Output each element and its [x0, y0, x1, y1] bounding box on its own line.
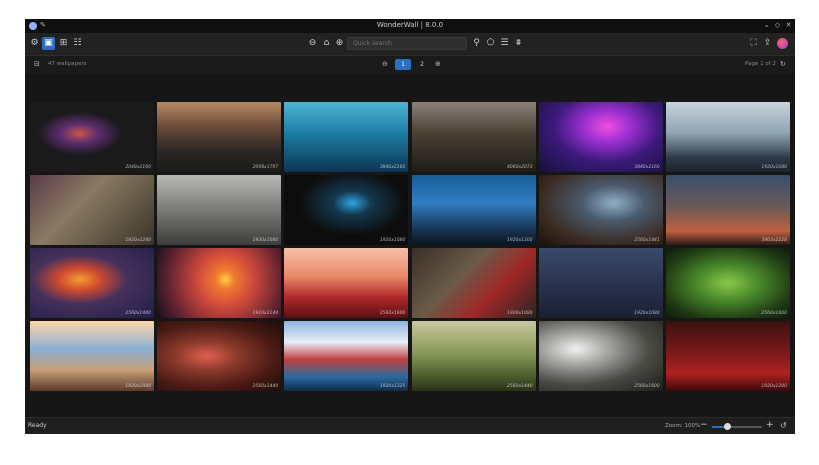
wallpaper-resolution: 1920x1080 [761, 165, 787, 170]
sliders-icon[interactable]: ☰ [498, 37, 511, 50]
home-icon[interactable]: ⌂ [320, 37, 333, 50]
back-icon[interactable]: ⊖ [306, 37, 319, 50]
page-button-1[interactable]: 1 [395, 59, 411, 70]
wallpaper-resolution: 1920x2144 [252, 311, 279, 316]
wallpaper-thumbnail[interactable]: 1920x1280 [30, 175, 154, 245]
avatar[interactable] [777, 38, 788, 49]
filter-icon[interactable]: ⩩ [512, 37, 525, 50]
zoom-label: Zoom: 100% [665, 423, 701, 429]
wallpaper-thumbnail[interactable]: 2560x1440 [30, 248, 154, 318]
wallpaper-thumbnail[interactable]: 1920x2144 [157, 248, 282, 318]
title-bar: ✎ WonderWall | 8.0.0 ⌄ ◇ ✕ [25, 19, 795, 33]
search-icon[interactable]: ⚲ [470, 37, 483, 50]
wallpaper-grid: 2048x2160 2098x1797 3840x2160 4060x2073 3840… [30, 102, 790, 392]
wallpaper-resolution: 1920x1200 [507, 238, 533, 243]
wallpaper-resolution: 1920x1080 [125, 384, 151, 389]
wallpaper-thumbnail[interactable]: 2560x1600 [284, 248, 409, 318]
wallpaper-thumbnail[interactable]: 2098x1797 [157, 102, 282, 172]
wallpaper-thumbnail[interactable]: 1920x1325 [284, 321, 409, 391]
wallpaper-thumbnail[interactable]: 2560x1440 [157, 321, 282, 391]
wallpaper-resolution: 2560x1600 [379, 311, 406, 316]
wallpaper-thumbnail[interactable]: 2560x1440 [411, 321, 536, 391]
wallpaper-thumbnail[interactable]: 3840x2160 [284, 102, 409, 172]
wallpaper-resolution: 3840x2160 [379, 165, 406, 170]
forward-icon[interactable]: ⊕ [333, 37, 346, 50]
window-title: WonderWall | 8.0.0 [376, 21, 444, 29]
wallpaper-resolution: 1920x1325 [379, 384, 406, 389]
upload-icon[interactable]: ⇪ [761, 37, 774, 50]
zoom-in-button[interactable]: + [766, 420, 774, 430]
wallpaper-resolution: 2560x1600 [761, 311, 787, 316]
wallpaper-thumbnail[interactable]: 1920x1200 [411, 175, 536, 245]
close-button[interactable]: ✕ [784, 21, 793, 29]
app-window: ✎ WonderWall | 8.0.0 ⌄ ◇ ✕ ⚙ ▣ ⊞ ☷ ⊖ ⌂ ⊕… [25, 19, 795, 434]
wallpaper-thumbnail[interactable]: 1920x1080 [411, 248, 536, 318]
wallpaper-resolution: 3840x2160 [634, 165, 660, 170]
wallpaper-resolution: 2098x1797 [252, 165, 279, 170]
wallpaper-resolution: 3803x2228 [761, 238, 787, 243]
wallpaper-resolution: 1920x1080 [634, 311, 660, 316]
gallery-header: ⊟ 47 wallpapers ⊖ 1 2 ⊕ Page 1 of 2 ↻ [25, 56, 795, 74]
wallpaper-resolution: 2560x1440 [125, 311, 151, 316]
wallpaper-resolution: 1920x1080 [507, 311, 533, 316]
wallpaper-resolution: 1920x1200 [761, 384, 787, 389]
settings-icon[interactable]: ⚙ [28, 37, 41, 50]
wallpaper-resolution: 2560x1440 [507, 384, 533, 389]
zoom-slider-handle[interactable] [724, 423, 731, 430]
wallpaper-resolution: 2560x1600 [634, 384, 660, 389]
wallpaper-thumbnail[interactable]: 1920x1080 [284, 175, 409, 245]
tag-icon[interactable]: ⬠ [484, 37, 497, 50]
tasks-icon[interactable]: ☷ [71, 37, 84, 50]
maximize-button[interactable]: ◇ [773, 21, 782, 29]
collection-icon[interactable]: ⊟ [34, 60, 40, 68]
zoom-reset-icon[interactable]: ↺ [780, 421, 787, 430]
wallpaper-thumbnail[interactable]: 2560x1600 [666, 248, 790, 318]
wallpaper-resolution: 2048x2160 [125, 165, 151, 170]
minimize-button[interactable]: ⌄ [762, 21, 771, 29]
wallpaper-thumbnail[interactable]: 3803x2228 [666, 175, 790, 245]
wallpaper-thumbnail[interactable]: 2048x2160 [30, 102, 154, 172]
wallpaper-thumbnail[interactable]: 1920x1080 [666, 102, 790, 172]
page-indicator: Page 1 of 2 [745, 61, 776, 67]
refresh-icon[interactable]: ↻ [780, 60, 786, 68]
gallery-icon[interactable]: ▣ [42, 37, 55, 50]
status-bar: Ready Zoom: 100% − + ↺ [25, 417, 795, 434]
wallpaper-thumbnail[interactable]: 1920x1080 [30, 321, 154, 391]
wallpaper-thumbnail[interactable]: 2560x1600 [538, 321, 663, 391]
next-page-icon[interactable]: ⊕ [435, 60, 441, 68]
wallpaper-thumbnail[interactable]: 1920x1080 [157, 175, 282, 245]
wallpaper-thumbnail[interactable]: 1920x1080 [538, 248, 663, 318]
wallpaper-thumbnail[interactable]: 2560x1441 [538, 175, 663, 245]
page-button-2[interactable]: 2 [414, 59, 430, 70]
wallpaper-resolution: 1920x1280 [125, 238, 151, 243]
prev-page-icon[interactable]: ⊖ [382, 60, 388, 68]
zoom-out-button[interactable]: − [700, 420, 708, 430]
wallpaper-resolution: 4060x2073 [507, 165, 533, 170]
wallpaper-resolution: 1920x1080 [379, 238, 406, 243]
search-input[interactable] [347, 37, 467, 50]
wallpaper-resolution: 2560x1440 [252, 384, 279, 389]
wallpaper-resolution: 2560x1441 [634, 238, 660, 243]
status-text: Ready [28, 422, 47, 429]
bookmark-icon[interactable]: ⊞ [57, 37, 70, 50]
toolbar: ⚙ ▣ ⊞ ☷ ⊖ ⌂ ⊕ ⚲ ⬠ ☰ ⩩ ⛶ ⇪ [25, 33, 795, 56]
fullscreen-icon[interactable]: ⛶ [747, 37, 760, 50]
wallpaper-thumbnail[interactable]: 1920x1200 [666, 321, 790, 391]
wallpaper-resolution: 1920x1080 [252, 238, 279, 243]
zoom-slider[interactable] [712, 423, 762, 430]
wallpaper-thumbnail[interactable]: 3840x2160 [538, 102, 663, 172]
wallpaper-thumbnail[interactable]: 4060x2073 [411, 102, 536, 172]
wallpaper-count: 47 wallpapers [48, 61, 87, 67]
